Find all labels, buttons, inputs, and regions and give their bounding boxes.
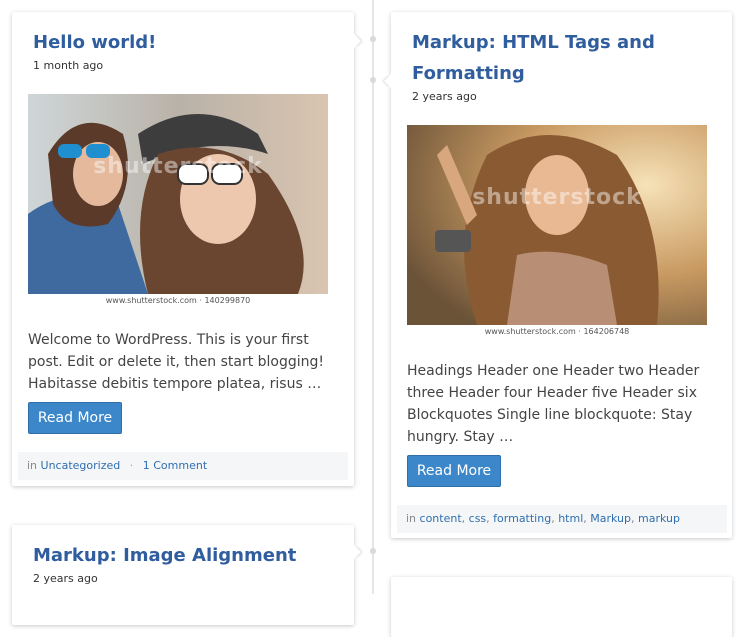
tag-link-css[interactable]: css (469, 512, 487, 525)
post-thumbnail[interactable]: shutterstock www.shutterstock.com · 1402… (28, 94, 328, 308)
post-date: 2 years ago (33, 572, 98, 585)
watermark: shutterstock (472, 184, 642, 210)
post-card: Markup: Image Alignment 2 years ago (12, 525, 362, 625)
post-date: 2 years ago (412, 90, 477, 103)
tag-link-markup-upper[interactable]: Markup (590, 512, 631, 525)
post-date: 1 month ago (33, 59, 104, 72)
comments-link[interactable]: 1 Comment (143, 459, 207, 472)
post-thumbnail[interactable]: shutterstock www.shutterstock.com · 1642… (407, 125, 707, 339)
post-title[interactable]: Hello world! (33, 27, 333, 58)
post-title[interactable]: Markup: Image Alignment (33, 540, 333, 571)
tag-link-markup-lower[interactable]: markup (638, 512, 680, 525)
read-more-button[interactable]: Read More (28, 402, 122, 434)
tag-link-content[interactable]: content (420, 512, 462, 525)
post-card (391, 577, 732, 637)
read-more-button[interactable]: Read More (407, 455, 501, 487)
timeline-dot (370, 548, 376, 554)
photo-illustration (28, 94, 328, 294)
card-pointer (383, 73, 399, 89)
timeline-dot (370, 36, 376, 42)
post-excerpt: Headings Header one Header two Header th… (407, 363, 700, 445)
timeline-line (372, 0, 374, 594)
meta-prefix: in (406, 512, 417, 525)
image-credit: www.shutterstock.com · 140299870 (28, 294, 328, 308)
post-card: Hello world! 1 month ago shutterstock ww… (12, 12, 362, 486)
post-card: Markup: HTML Tags and Formatting 2 years… (383, 12, 732, 538)
post-excerpt: Welcome to WordPress. This is your first… (28, 332, 325, 392)
post-meta: in Uncategorized · 1 Comment (18, 452, 348, 480)
tag-link-html[interactable]: html (558, 512, 583, 525)
meta-prefix: in (27, 459, 38, 472)
timeline-dot (370, 77, 376, 83)
post-title[interactable]: Markup: HTML Tags and Formatting (412, 27, 712, 89)
tag-link-formatting[interactable]: formatting (493, 512, 551, 525)
meta-separator: · (129, 459, 134, 472)
card-pointer (346, 33, 362, 49)
image-credit: www.shutterstock.com · 164206748 (407, 325, 707, 339)
post-meta: in content, css, formatting, html, Marku… (397, 505, 727, 533)
category-link[interactable]: Uncategorized (41, 459, 121, 472)
photo-illustration (407, 125, 707, 325)
watermark: shutterstock (93, 153, 263, 179)
card-pointer (346, 544, 362, 560)
